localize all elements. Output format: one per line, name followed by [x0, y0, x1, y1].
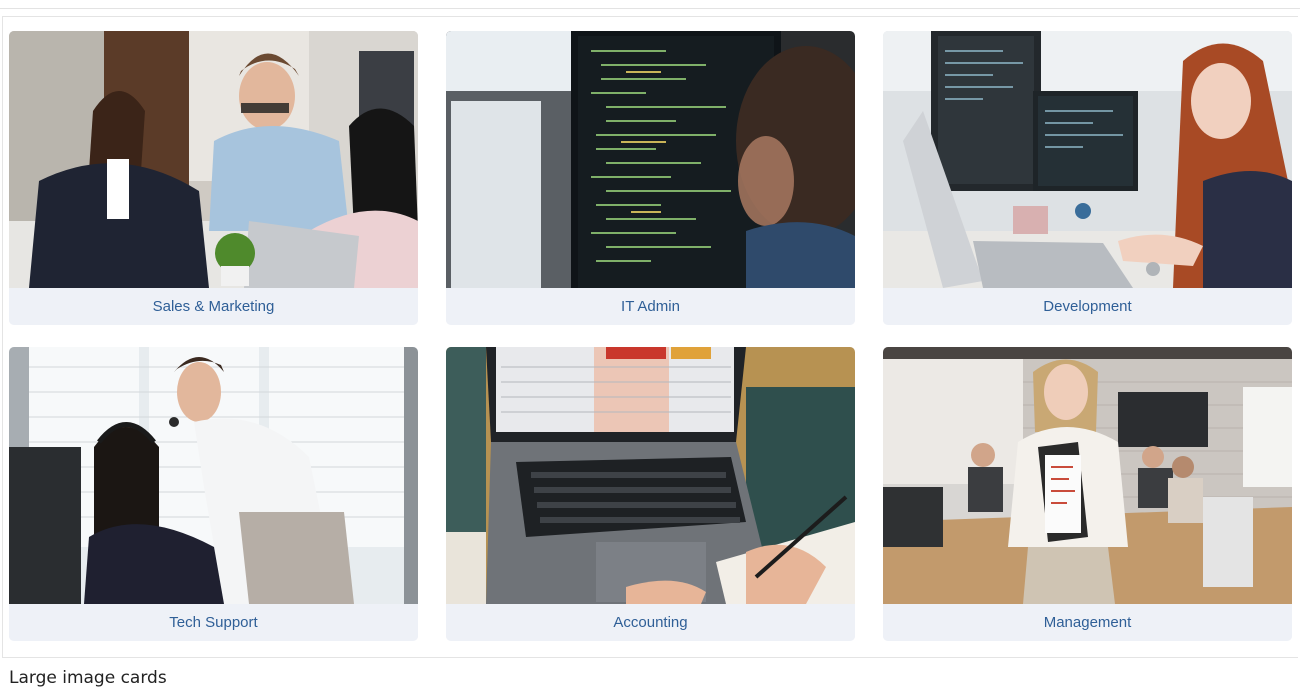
- laptop-accounting-photo: [446, 347, 855, 604]
- developer-desk-photo: [883, 31, 1292, 288]
- image-card-grid: Sales & Marketing IT Admin Development T…: [9, 31, 1292, 641]
- card-label: Accounting: [446, 604, 855, 641]
- top-divider: [0, 8, 1300, 9]
- support-headset-photo: [9, 347, 418, 604]
- card-label: Tech Support: [9, 604, 418, 641]
- card-label: Development: [883, 288, 1292, 325]
- card-accounting[interactable]: Accounting: [446, 347, 855, 641]
- card-label: Sales & Marketing: [9, 288, 418, 325]
- card-label: Management: [883, 604, 1292, 641]
- section-caption: Large image cards: [9, 668, 167, 688]
- card-label: IT Admin: [446, 288, 855, 325]
- card-management[interactable]: Management: [883, 347, 1292, 641]
- card-sales-marketing[interactable]: Sales & Marketing: [9, 31, 418, 325]
- code-monitor-photo: [446, 31, 855, 288]
- team-meeting-photo: [9, 31, 418, 288]
- manager-office-photo: [883, 347, 1292, 604]
- card-development[interactable]: Development: [883, 31, 1292, 325]
- card-it-admin[interactable]: IT Admin: [446, 31, 855, 325]
- card-tech-support[interactable]: Tech Support: [9, 347, 418, 641]
